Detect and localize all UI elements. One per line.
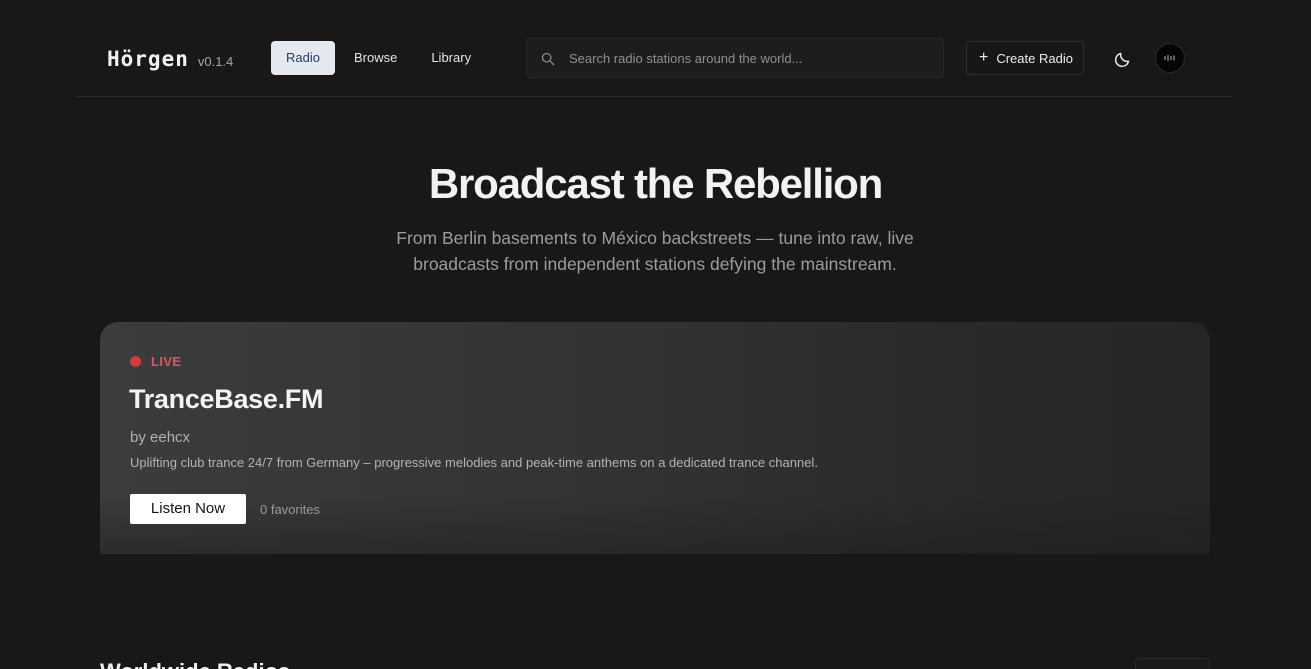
search-input[interactable] [569,39,929,77]
app-version: v0.1.4 [197,54,234,69]
station-author: by eehcx [130,429,191,446]
hero-subtitle: From Berlin basements to México backstre… [396,228,914,274]
main-nav: Radio Browse Library [271,41,486,75]
featured-station-card[interactable]: LIVE TranceBase.FM by eehcx Uplifting cl… [100,322,1210,554]
listen-now-button[interactable]: Listen Now [130,494,246,524]
live-indicator: LIVE [130,354,182,369]
search-box [526,38,944,78]
moon-icon[interactable] [1112,48,1134,70]
live-label: LIVE [151,354,182,369]
live-dot [130,356,141,367]
app-name: Hörgen [107,47,189,71]
tab-radio[interactable]: Radio [271,41,335,75]
create-radio-button[interactable]: + Create Radio [966,41,1084,75]
logo[interactable]: Hörgen v0.1.4 [107,47,233,71]
station-name: TranceBase.FM [129,384,324,414]
tab-library[interactable]: Library [416,41,486,75]
top-header: Hörgen v0.1.4 Radio Browse Library + Cre… [76,20,1232,97]
tab-browse[interactable]: Browse [339,41,412,75]
hero-title: Broadcast the Rebellion [428,160,883,207]
station-description: Uplifting club trance 24/7 from Germany … [130,455,818,470]
section-title: Worldwide Radios [100,659,290,669]
waveform-icon [1164,55,1175,61]
create-radio-label: Create Radio [996,50,1073,66]
section-action-button[interactable] [1135,658,1210,669]
avatar[interactable] [1155,43,1185,73]
favorites-count: 0 favorites [260,502,320,517]
search-icon [541,52,555,66]
plus-icon: + [979,49,989,66]
